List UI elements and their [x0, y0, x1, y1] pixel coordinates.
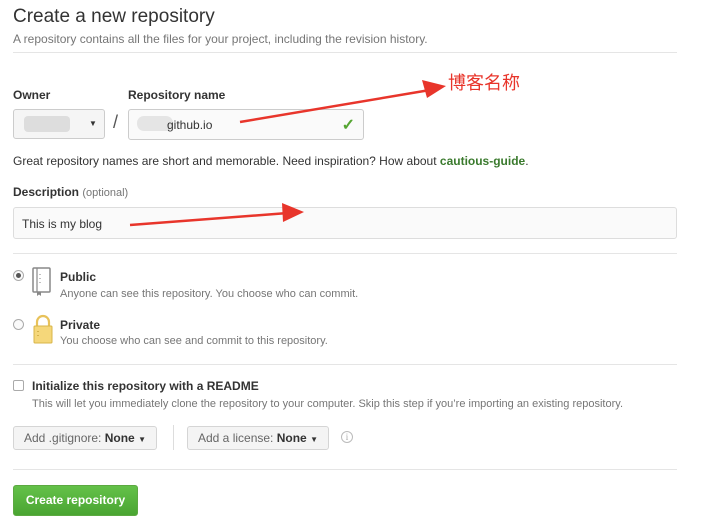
- arrow-icon: [239, 80, 446, 124]
- annotation-arrows: [129, 80, 446, 227]
- annotation-label: 博客名称: [448, 73, 520, 94]
- arrow-icon: [129, 203, 304, 227]
